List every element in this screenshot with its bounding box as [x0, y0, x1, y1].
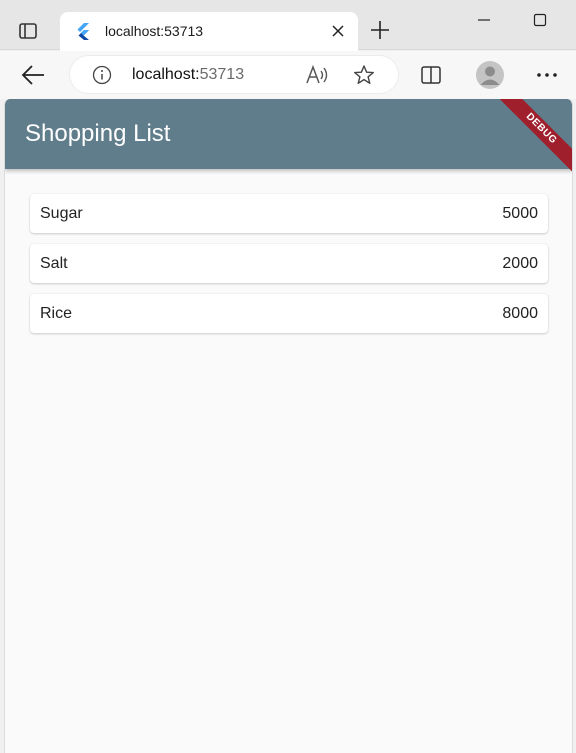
page-viewport: Shopping List DEBUG Sugar 5000 Salt 2000… — [4, 99, 573, 753]
profile-icon[interactable] — [475, 60, 505, 90]
split-screen-icon[interactable] — [420, 64, 442, 86]
tab-strip: localhost:53713 — [0, 0, 576, 51]
address-bar[interactable]: localhost:53713 — [70, 56, 398, 93]
url-port: 53713 — [199, 66, 245, 83]
flutter-favicon-icon — [77, 23, 89, 40]
url-text[interactable]: localhost:53713 — [132, 66, 244, 84]
item-name: Sugar — [40, 205, 83, 222]
browser-toolbar: localhost:53713 — [0, 51, 576, 99]
back-arrow-icon[interactable] — [20, 63, 46, 87]
app-bar: Shopping List DEBUG — [5, 99, 572, 174]
close-icon[interactable] — [330, 23, 346, 39]
list-item[interactable]: Salt 2000 — [30, 244, 548, 283]
list-item[interactable]: Sugar 5000 — [30, 194, 548, 233]
tab-actions-icon — [19, 23, 37, 39]
list-item[interactable]: Rice 8000 — [30, 294, 548, 333]
page-title: Shopping List — [25, 120, 171, 147]
more-icon[interactable] — [535, 65, 559, 85]
minimize-icon[interactable] — [476, 12, 492, 28]
tab-title: localhost:53713 — [105, 23, 204, 39]
item-name: Rice — [40, 305, 73, 322]
read-aloud-icon[interactable] — [305, 64, 329, 86]
item-quantity: 2000 — [502, 255, 538, 272]
item-name: Salt — [40, 255, 68, 272]
shopping-list: Sugar 5000 Salt 2000 Rice 8000 — [30, 194, 548, 344]
item-quantity: 8000 — [502, 305, 538, 322]
browser-tab[interactable]: localhost:53713 — [60, 12, 358, 51]
star-icon[interactable] — [353, 64, 375, 86]
item-quantity: 5000 — [502, 205, 538, 222]
info-icon[interactable] — [92, 65, 112, 85]
maximize-icon[interactable] — [532, 12, 548, 28]
plus-icon[interactable] — [369, 19, 391, 41]
debug-banner: DEBUG — [496, 99, 572, 174]
url-host: localhost: — [132, 66, 200, 83]
tab-actions-button[interactable] — [14, 17, 42, 45]
